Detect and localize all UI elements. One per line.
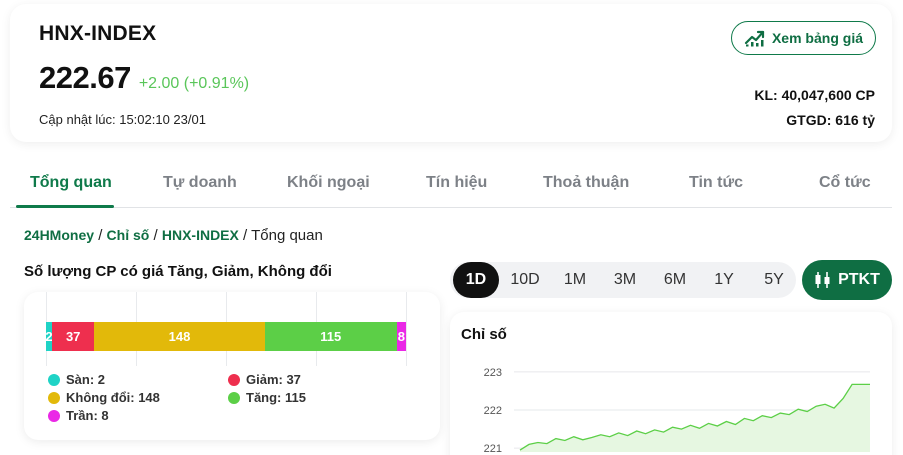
trading-volume: KL: 40,047,600 CP xyxy=(754,87,875,103)
tab-overview[interactable]: Tổng quan xyxy=(30,174,112,192)
index-line-chart: 223 222 221 xyxy=(484,367,870,455)
view-price-board-label: Xem bảng giá xyxy=(771,30,863,46)
breadcrumb-separator: / xyxy=(98,227,103,244)
legend-item-up: Tăng: 115 xyxy=(228,390,306,405)
range-1y[interactable]: 1Y xyxy=(701,262,747,298)
distribution-title: Số lượng CP có giá Tăng, Giảm, Không đổi xyxy=(24,263,332,280)
gridline xyxy=(406,292,407,366)
breadcrumb-indices[interactable]: Chỉ số xyxy=(107,227,150,243)
tab-negotiated[interactable]: Thoả thuận xyxy=(543,174,629,192)
range-5y[interactable]: 5Y xyxy=(751,262,797,298)
bar-segment-tran: 8 xyxy=(396,322,406,351)
bar-segment-tang: 115 xyxy=(264,322,397,351)
legend-text: Giảm: 37 xyxy=(246,372,301,387)
range-6m[interactable]: 6M xyxy=(652,262,698,298)
breadcrumb-home[interactable]: 24HMoney xyxy=(24,227,94,243)
tab-signals[interactable]: Tín hiệu xyxy=(426,174,487,192)
distribution-bar: 2 37 148 115 8 xyxy=(46,322,406,351)
chart-area-fill xyxy=(520,384,870,452)
tab-dividends[interactable]: Cổ tức xyxy=(819,174,871,192)
tab-bar: Tổng quan Tự doanh Khối ngoại Tín hiệu T… xyxy=(10,160,892,208)
breadcrumb-separator: / xyxy=(153,227,158,244)
breadcrumb-index[interactable]: HNX-INDEX xyxy=(162,227,239,243)
legend-dot xyxy=(48,391,60,404)
legend-item-unchanged: Không đổi: 148 xyxy=(48,390,160,405)
legend-dot xyxy=(48,373,60,386)
range-1m[interactable]: 1M xyxy=(552,262,598,298)
range-10d[interactable]: 10D xyxy=(502,262,548,298)
legend-text: Sàn: 2 xyxy=(66,372,106,387)
tab-news[interactable]: Tin tức xyxy=(689,174,743,192)
index-price: 222.67 xyxy=(39,60,131,95)
tab-foreign[interactable]: Khối ngoại xyxy=(287,174,370,192)
candlestick-icon xyxy=(815,272,830,288)
index-name: HNX-INDEX xyxy=(39,22,157,45)
legend-dot xyxy=(228,373,240,386)
active-tab-indicator xyxy=(16,205,114,208)
range-1d[interactable]: 1D xyxy=(453,262,499,298)
tab-proprietary[interactable]: Tự doanh xyxy=(163,174,237,192)
index-chart-card: Chỉ số 223 222 221 xyxy=(450,312,892,455)
technical-analysis-button[interactable]: PTKT xyxy=(802,260,892,300)
legend-dot xyxy=(48,409,60,422)
legend-item-down: Giảm: 37 xyxy=(228,372,301,387)
page: HNX-INDEX 222.67 +2.00 (+0.91%) Cập nhật… xyxy=(0,0,903,455)
index-summary-card: HNX-INDEX 222.67 +2.00 (+0.91%) Cập nhật… xyxy=(10,4,892,142)
bar-segment-khongdoi: 148 xyxy=(94,322,265,351)
index-change: +2.00 (+0.91%) xyxy=(138,75,250,92)
legend-text: Không đổi: 148 xyxy=(66,390,160,405)
legend-item-ceiling: Trần: 8 xyxy=(48,408,109,423)
view-price-board-button[interactable]: Xem bảng giá xyxy=(730,21,876,55)
distribution-card: 2 37 148 115 8 Sàn: 2 Giảm: 37 Không đổi: 14… xyxy=(24,292,440,440)
y-tick-label: 223 xyxy=(484,367,502,379)
breadcrumb-separator: / xyxy=(243,227,248,244)
bar-segment-giam: 37 xyxy=(51,322,95,351)
price-row: 222.67 +2.00 (+0.91%) xyxy=(39,60,249,96)
legend-dot xyxy=(228,391,240,404)
legend-text: Trần: 8 xyxy=(66,408,109,423)
range-3m[interactable]: 3M xyxy=(602,262,648,298)
y-tick-label: 221 xyxy=(484,443,502,455)
technical-analysis-label: PTKT xyxy=(838,271,880,288)
breadcrumb: 24HMoney / Chỉ số / HNX-INDEX / Tổng qua… xyxy=(24,227,323,244)
breadcrumb-current: Tổng quan xyxy=(251,227,323,244)
legend-text: Tăng: 115 xyxy=(246,390,306,405)
chart-trend-icon xyxy=(744,30,765,47)
time-range-selector: 1D 10D 1M 3M 6M 1Y 5Y xyxy=(450,262,796,298)
y-tick-label: 222 xyxy=(484,405,502,417)
legend-item-floor: Sàn: 2 xyxy=(48,372,105,387)
updated-time: Cập nhật lúc: 15:02:10 23/01 xyxy=(39,112,206,127)
trading-value: GTGD: 616 tỷ xyxy=(786,112,875,128)
